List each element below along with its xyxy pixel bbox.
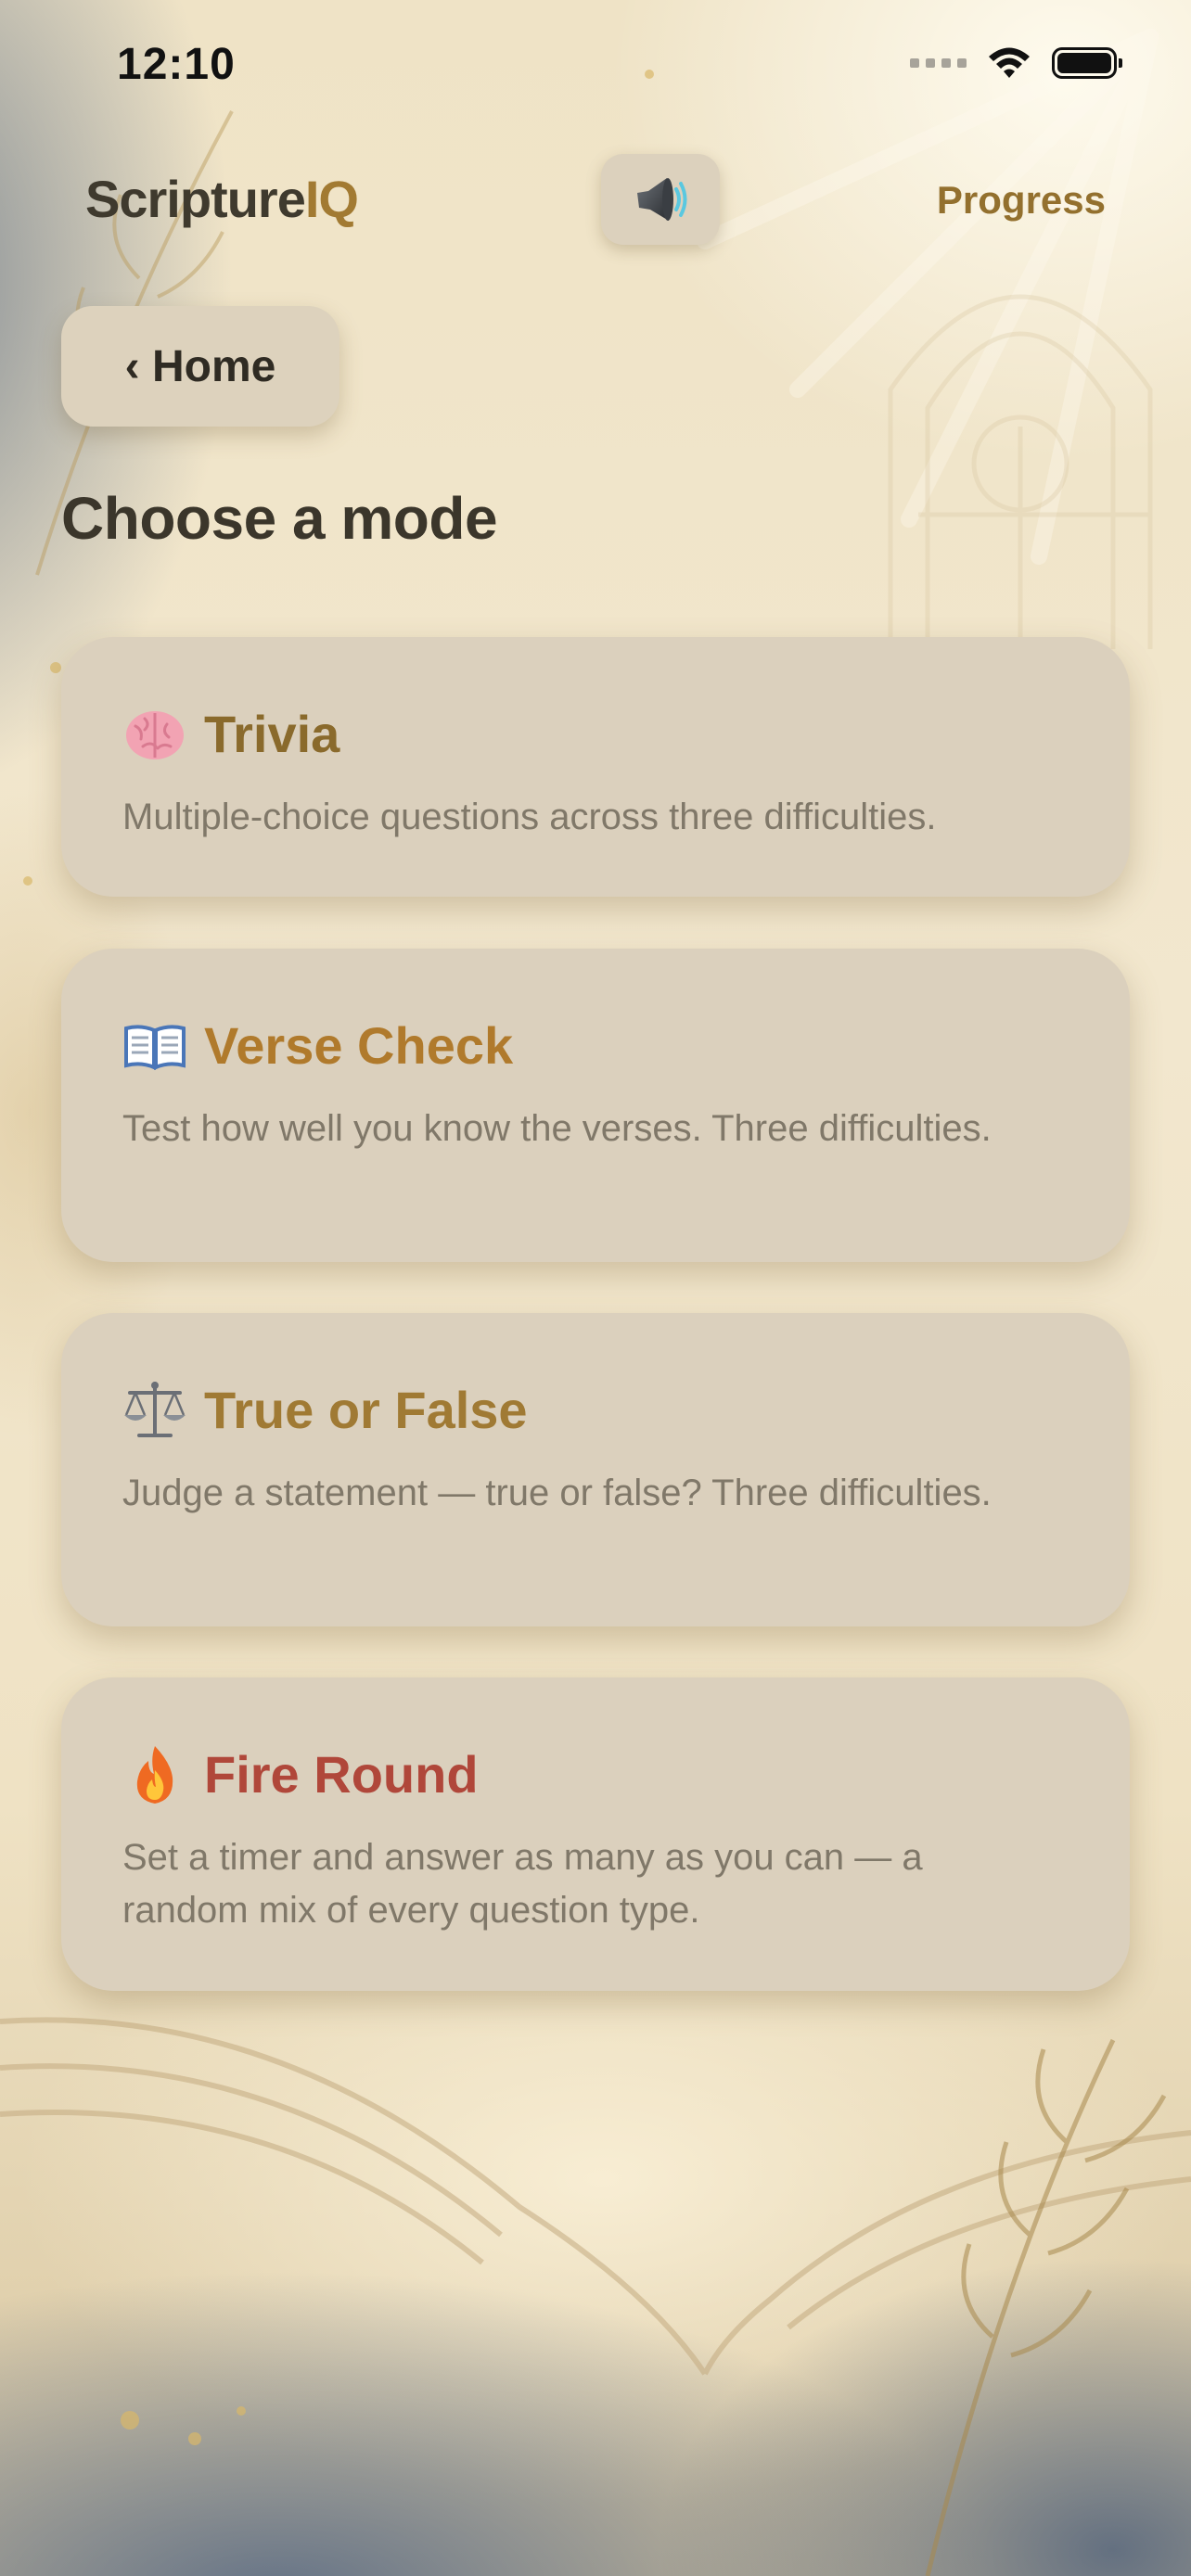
mode-description: Multiple-choice questions across three d…: [122, 797, 937, 837]
cellular-signal-icon: [910, 58, 967, 68]
mode-card-verse-check[interactable]: Verse Check Test how well you know the v…: [61, 949, 1130, 1262]
progress-link[interactable]: Progress: [937, 178, 1106, 223]
mode-title: Fire Round: [204, 1745, 479, 1804]
mode-title-row: Verse Check: [122, 1014, 1069, 1078]
mode-title: Verse Check: [204, 1016, 514, 1075]
mode-card-fire-round[interactable]: Fire Round Set a timer and answer as man…: [61, 1677, 1130, 1991]
brain-icon: [126, 711, 184, 759]
speaker-icon: [637, 178, 687, 221]
mode-title: True or False: [204, 1381, 528, 1439]
sound-toggle-button[interactable]: [601, 154, 720, 245]
mode-description: Judge a statement — true or false? Three…: [122, 1473, 992, 1513]
battery-icon: [1052, 47, 1122, 79]
fire-icon: [136, 1746, 173, 1804]
open-book-icon: [124, 1025, 186, 1071]
mode-title-row: Trivia: [122, 702, 1069, 767]
mode-title: Trivia: [204, 705, 340, 763]
app-logo: ScriptureIQ: [85, 169, 359, 229]
mode-description: Set a timer and answer as many as you ca…: [122, 1837, 923, 1931]
brand-name-part1: Scripture: [85, 170, 306, 228]
home-back-button[interactable]: ‹ Home: [61, 306, 339, 427]
mode-description: Test how well you know the verses. Three…: [122, 1108, 992, 1149]
mode-card-true-or-false[interactable]: True or False Judge a statement — true o…: [61, 1313, 1130, 1626]
wifi-icon: [989, 47, 1030, 78]
mode-title-row: True or False: [122, 1378, 1069, 1443]
page-title: Choose a mode: [61, 485, 498, 552]
brand-name-part2: IQ: [304, 170, 359, 228]
mode-card-trivia[interactable]: Trivia Multiple-choice questions across …: [61, 637, 1130, 897]
status-time: 12:10: [117, 40, 236, 89]
scales-icon: [124, 1382, 186, 1437]
status-icons: [910, 46, 1122, 80]
mode-title-row: Fire Round: [122, 1742, 1069, 1807]
